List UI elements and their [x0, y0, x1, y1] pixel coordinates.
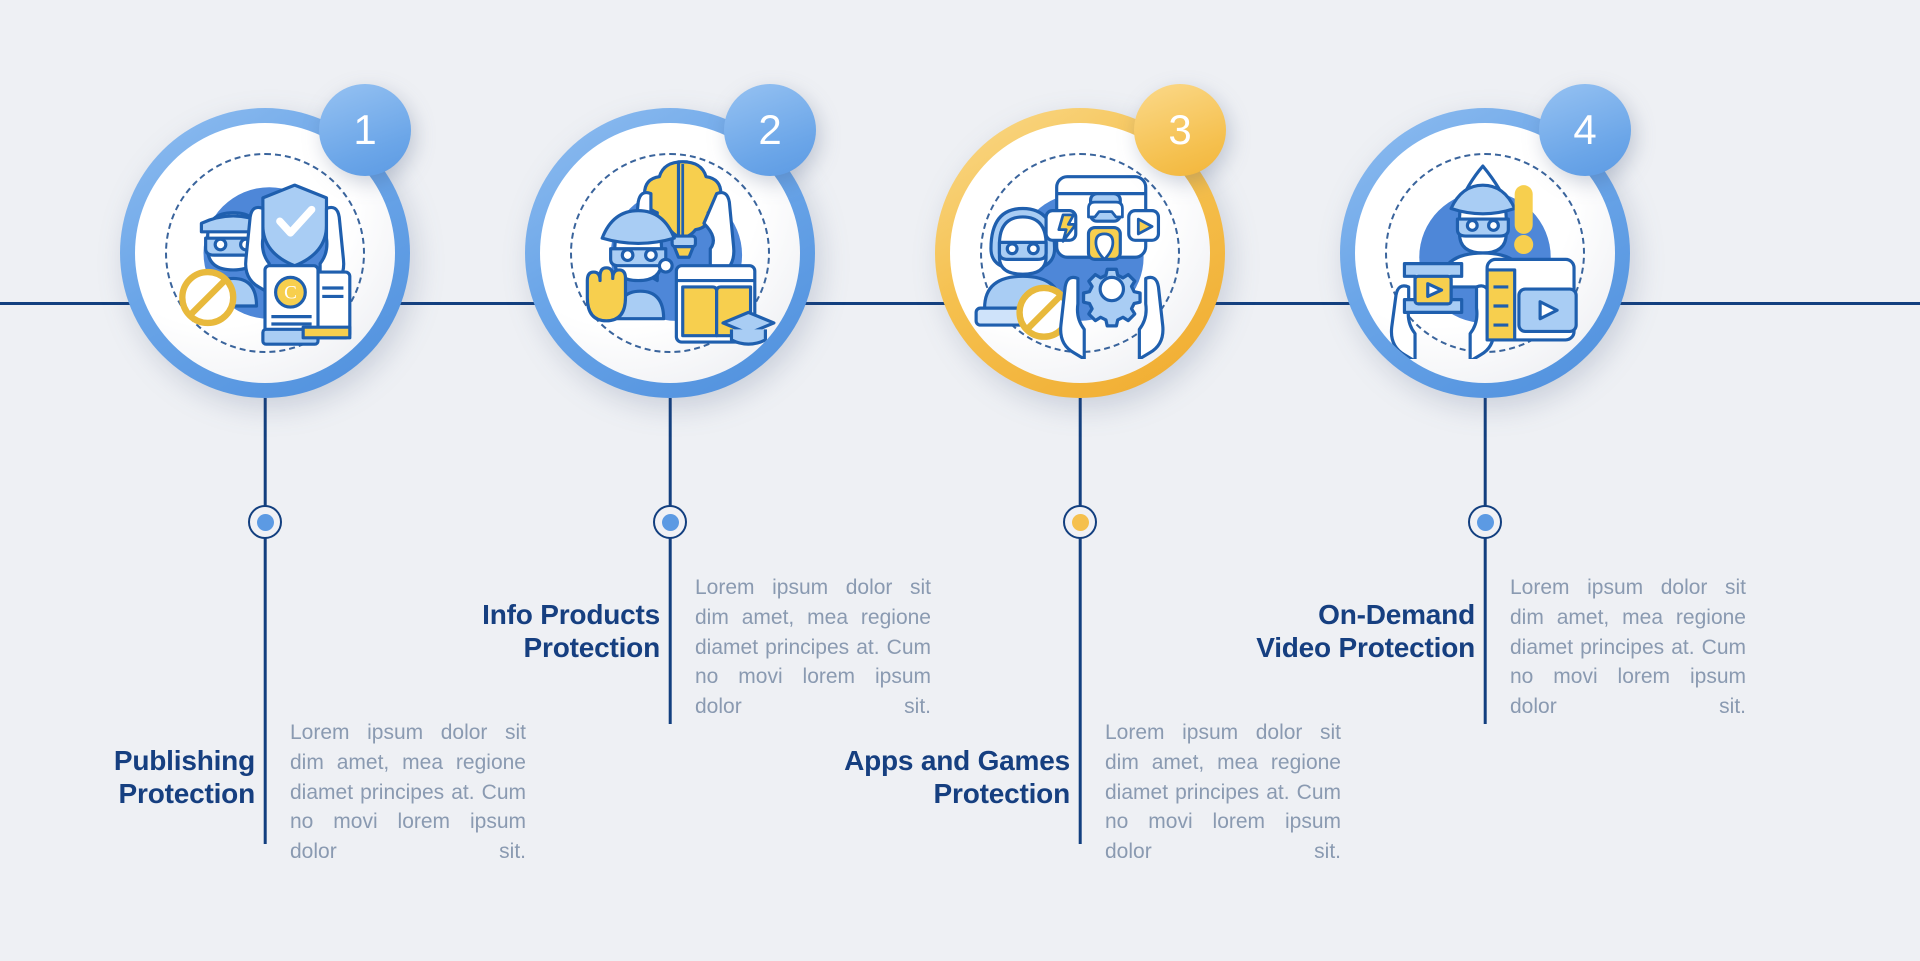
- step-body-2: Lorem ipsum dolor sit dim amet, mea regi…: [695, 576, 931, 719]
- step-marker-2[interactable]: [653, 505, 687, 539]
- step-number-3: 3: [1168, 106, 1192, 153]
- drop-line-upper-4: [1483, 398, 1487, 522]
- step-marker-1[interactable]: [248, 505, 282, 539]
- step-number-badge-1: 1: [319, 84, 411, 176]
- step-title-2: Info Products Protection: [482, 599, 660, 664]
- step-title-4: On-Demand Video Protection: [1256, 599, 1475, 664]
- step-number-4: 4: [1573, 106, 1597, 153]
- apps-games-protection-icon: [974, 147, 1186, 359]
- info-products-protection-icon: [564, 147, 776, 359]
- step-2[interactable]: 2 Info Products Protection Lorem ipsum d…: [482, 0, 931, 961]
- step-3[interactable]: 3 Apps and Games Protection Lorem ipsum …: [844, 0, 1341, 961]
- drop-line-upper-2: [668, 398, 672, 522]
- step-1[interactable]: C 1 Publishing Protection Lorem ipsum do…: [85, 0, 526, 961]
- infographic-canvas: C 1 Publishing Protection Lorem ipsum do…: [0, 0, 1920, 961]
- drop-line-upper-1: [263, 398, 267, 522]
- step-number-2: 2: [758, 106, 782, 153]
- step-marker-4[interactable]: [1468, 505, 1502, 539]
- step-number-badge-4: 4: [1539, 84, 1631, 176]
- step-number-badge-2: 2: [724, 84, 816, 176]
- step-number-1: 1: [353, 106, 377, 153]
- svg-text:C: C: [284, 283, 297, 304]
- on-demand-video-protection-icon: [1379, 147, 1591, 359]
- publishing-protection-icon: C: [159, 147, 371, 359]
- drop-line-lower-3: [1078, 522, 1082, 844]
- drop-line-lower-1: [263, 522, 267, 844]
- step-title-1: Publishing Protection: [113, 745, 255, 810]
- step-4[interactable]: 4 On-Demand Video Protection Lorem ipsum…: [1256, 0, 1746, 961]
- step-title-3: Apps and Games Protection: [844, 745, 1070, 810]
- drop-line-upper-3: [1078, 398, 1082, 522]
- step-number-badge-3: 3: [1134, 84, 1226, 176]
- step-marker-3[interactable]: [1063, 505, 1097, 539]
- step-body-4: Lorem ipsum dolor sit dim amet, mea regi…: [1510, 576, 1746, 719]
- drop-line-lower-2: [668, 522, 672, 724]
- drop-line-lower-4: [1483, 522, 1487, 724]
